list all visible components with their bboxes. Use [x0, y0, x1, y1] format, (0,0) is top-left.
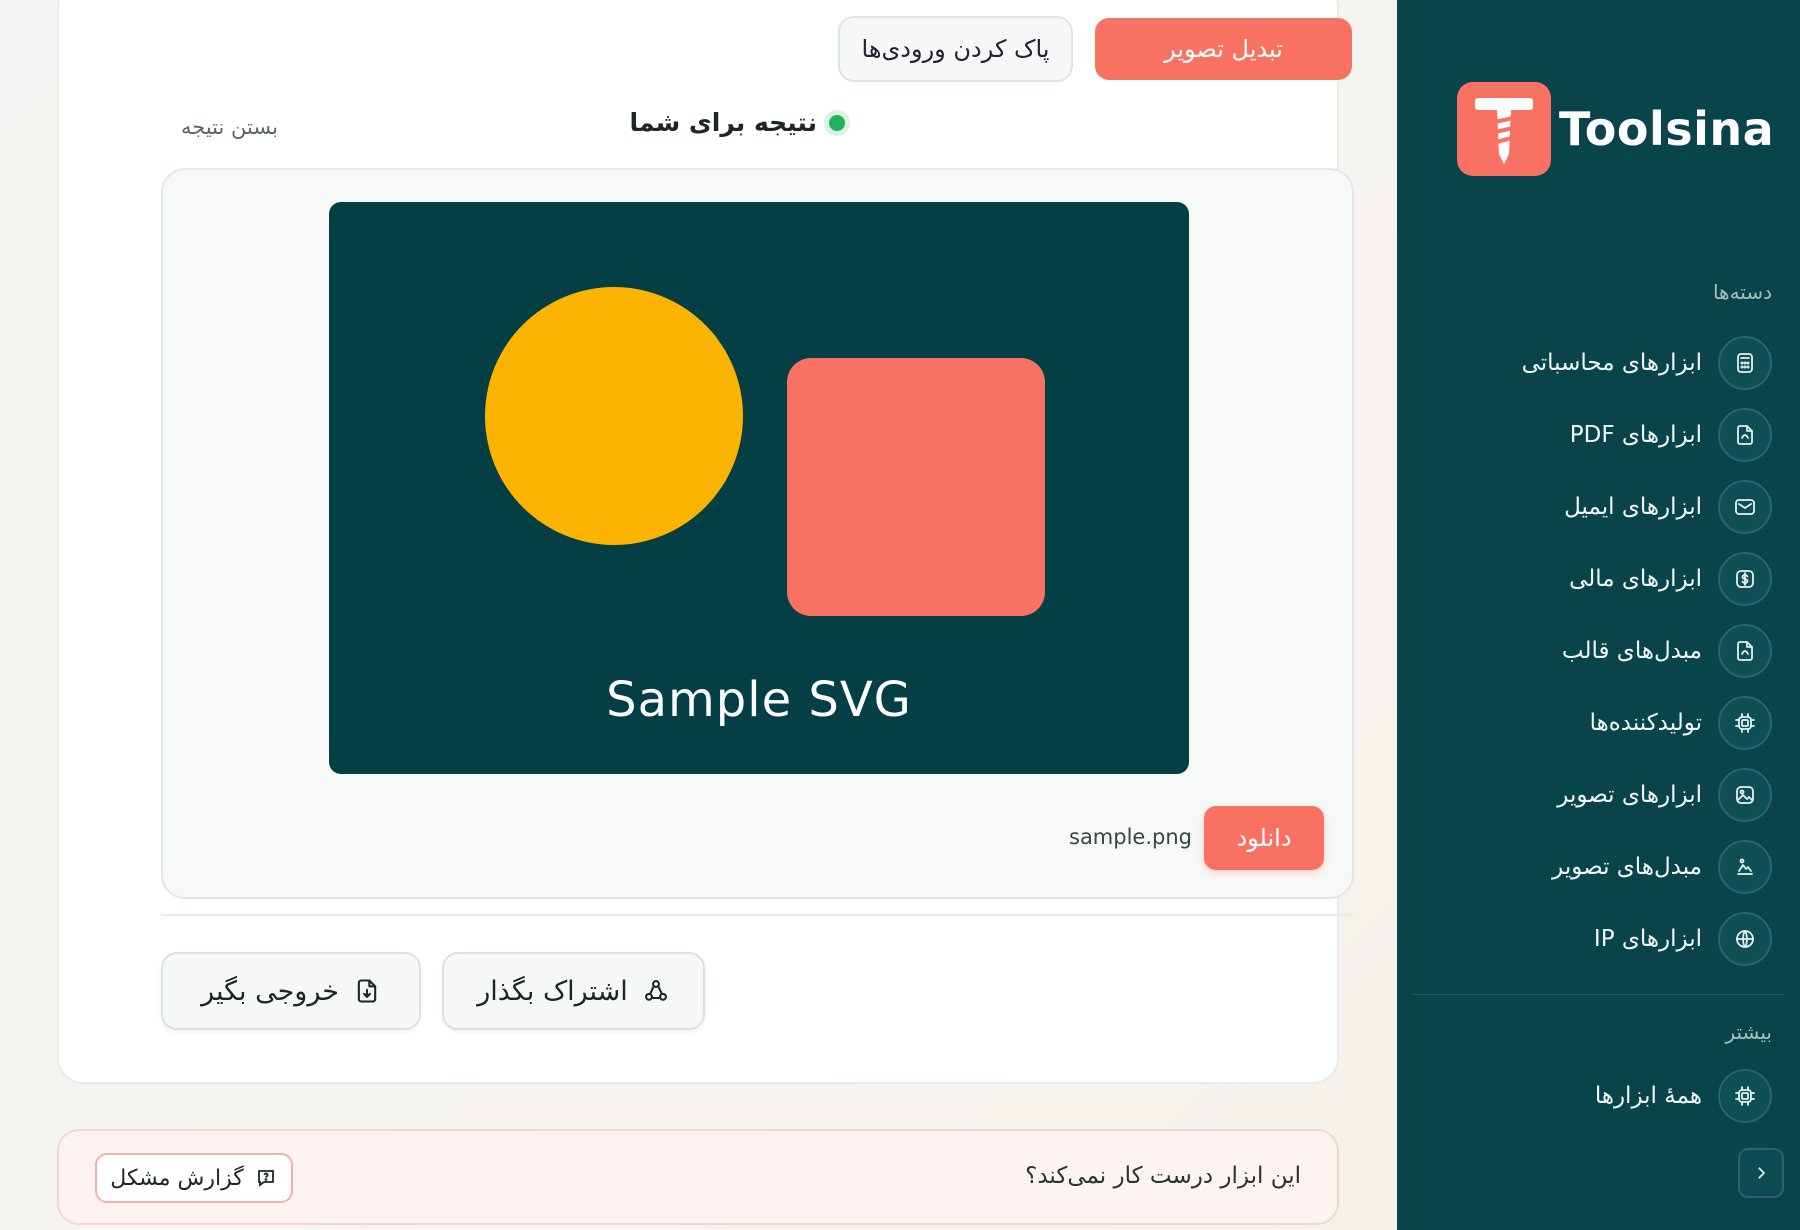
report-button-label: گزارش مشکل	[110, 1165, 244, 1191]
dollar-icon	[1718, 552, 1772, 606]
sidebar-divider	[1413, 994, 1784, 995]
section-divider	[161, 914, 1354, 916]
sidebar-collapse-button[interactable]	[1738, 1148, 1784, 1198]
share-icon	[644, 980, 667, 1001]
chevron-right-icon	[1758, 1167, 1766, 1179]
sidebar-item-label: مبدل‌های قالب	[1561, 638, 1702, 664]
result-panel: Sample SVG دانلود sample.png	[161, 168, 1354, 899]
export-label: خروجی بگیر	[201, 975, 339, 1007]
more-title: بیشتر	[1725, 1020, 1772, 1044]
sidebar: Toolsina دسته‌ها ابزارهای محاسباتی ابزار…	[1397, 0, 1800, 1230]
clear-inputs-button[interactable]: پاک کردن ورودی‌ها	[838, 16, 1073, 82]
mail-icon	[1718, 480, 1772, 534]
sidebar-item-label: ابزارهای مالی	[1569, 566, 1702, 592]
sidebar-item-image-converters[interactable]: مبدل‌های تصویر	[1432, 831, 1772, 903]
sidebar-item-image-tools[interactable]: ابزارهای تصویر	[1432, 759, 1772, 831]
sidebar-item-ip-tools[interactable]: ابزارهای IP	[1432, 903, 1772, 975]
pdf-file-icon	[1718, 408, 1772, 462]
report-question: این ابزار درست کار نمی‌کند؟	[1025, 1163, 1301, 1189]
report-problem-button[interactable]: گزارش مشکل	[95, 1153, 293, 1203]
categories-title: دسته‌ها	[1712, 280, 1772, 304]
sidebar-item-label: تولیدکننده‌ها	[1589, 710, 1702, 736]
sidebar-item-pdf[interactable]: ابزارهای PDF	[1432, 399, 1772, 471]
message-question-icon	[257, 1170, 274, 1187]
preview-circle-shape	[485, 287, 743, 545]
calculator-icon	[1718, 336, 1772, 390]
convert-image-button[interactable]: تبدیل تصویر	[1095, 18, 1352, 80]
sidebar-item-label: ابزارهای PDF	[1569, 422, 1702, 448]
sidebar-more-nav: همهٔ ابزارها	[1432, 1060, 1772, 1132]
close-result-link[interactable]: بستن نتیجه	[181, 115, 278, 139]
sidebar-item-label: مبدل‌های تصویر	[1552, 854, 1702, 880]
download-button[interactable]: دانلود	[1204, 806, 1324, 870]
preview-caption: Sample SVG	[606, 672, 912, 728]
sidebar-item-format-converters[interactable]: مبدل‌های قالب	[1432, 615, 1772, 687]
sidebar-item-all-tools[interactable]: همهٔ ابزارها	[1432, 1060, 1772, 1132]
report-bar: این ابزار درست کار نمی‌کند؟ گزارش مشکل	[57, 1129, 1339, 1225]
brand-name: Toolsina	[1559, 102, 1775, 156]
file-convert-icon	[1718, 624, 1772, 678]
brand-logo[interactable]: Toolsina	[1457, 82, 1774, 176]
result-header: نتیجه برای شما	[629, 108, 845, 137]
chip-icon	[1718, 1069, 1772, 1123]
status-dot	[829, 114, 845, 131]
sidebar-nav: ابزارهای محاسباتی ابزارهای PDF ابزارهای …	[1432, 327, 1772, 975]
result-title: نتیجه برای شما	[629, 108, 817, 137]
image-icon	[1718, 768, 1772, 822]
image-convert-icon	[1718, 840, 1772, 894]
result-image-preview: Sample SVG	[329, 202, 1189, 774]
preview-square-shape	[787, 358, 1045, 616]
sidebar-item-generators[interactable]: تولیدکننده‌ها	[1432, 687, 1772, 759]
share-button[interactable]: اشتراک بگذار	[442, 952, 705, 1030]
sidebar-item-label: همهٔ ابزارها	[1594, 1083, 1702, 1109]
tool-card: تبدیل تصویر پاک کردن ورودی‌ها نتیجه برای…	[57, 0, 1354, 1084]
sidebar-item-label: ابزارهای IP	[1593, 926, 1702, 952]
globe-icon	[1718, 912, 1772, 966]
sidebar-item-label: ابزارهای ایمیل	[1564, 494, 1702, 520]
export-file-icon	[357, 979, 377, 1003]
chip-icon	[1718, 696, 1772, 750]
toolsina-logo-icon	[1457, 82, 1551, 176]
export-button[interactable]: خروجی بگیر	[161, 952, 421, 1030]
sidebar-item-email[interactable]: ابزارهای ایمیل	[1432, 471, 1772, 543]
share-label: اشتراک بگذار	[477, 975, 628, 1007]
output-filename: sample.png	[1069, 825, 1192, 849]
sidebar-item-label: ابزارهای تصویر	[1557, 782, 1702, 808]
sidebar-item-finance[interactable]: ابزارهای مالی	[1432, 543, 1772, 615]
sidebar-item-label: ابزارهای محاسباتی	[1521, 350, 1702, 376]
sidebar-item-calculation[interactable]: ابزارهای محاسباتی	[1432, 327, 1772, 399]
